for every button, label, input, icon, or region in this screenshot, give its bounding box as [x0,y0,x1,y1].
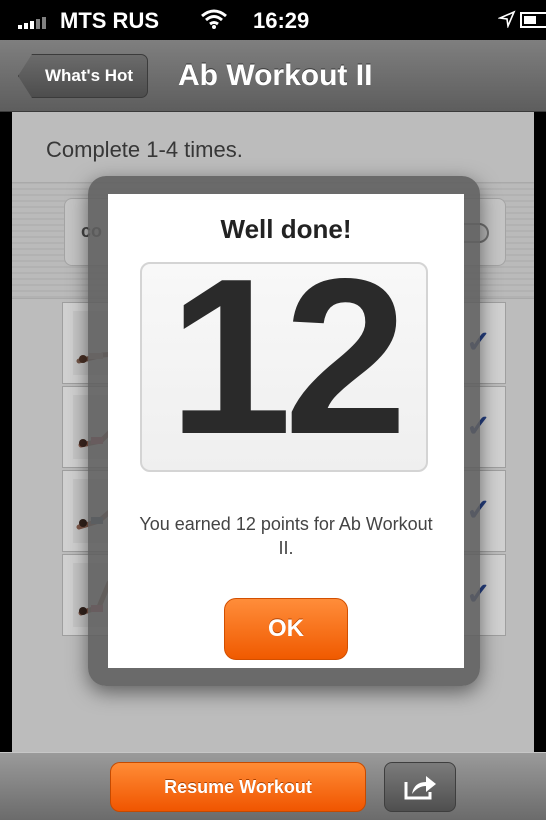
status-bar: MTS RUS 16:29 [0,0,546,40]
wifi-icon [200,8,228,35]
score-display: 12 [140,262,428,472]
signal-icon [18,15,46,29]
bottom-toolbar: Resume Workout [0,752,546,820]
carrier-name: MTS RUS [60,8,159,33]
dialog-message: You earned 12 points for Ab Workout II. [139,514,433,558]
share-button[interactable] [384,762,456,812]
ok-button[interactable]: OK [224,598,348,660]
resume-workout-button[interactable]: Resume Workout [110,762,366,812]
location-icon [497,10,516,34]
back-button[interactable]: What's Hot [18,54,149,98]
navigation-bar: What's Hot Ab Workout II [0,40,546,112]
points-earned-dialog: Well done! 12 You earned 12 points for A… [108,194,464,668]
status-time: 16:29 [253,8,310,33]
back-button-label: What's Hot [45,66,134,85]
score-value: 12 [168,262,408,472]
share-icon [404,776,436,800]
page-title: Ab Workout II [178,59,373,92]
battery-icon [520,12,546,28]
dialog-title: Well done! [220,214,352,244]
